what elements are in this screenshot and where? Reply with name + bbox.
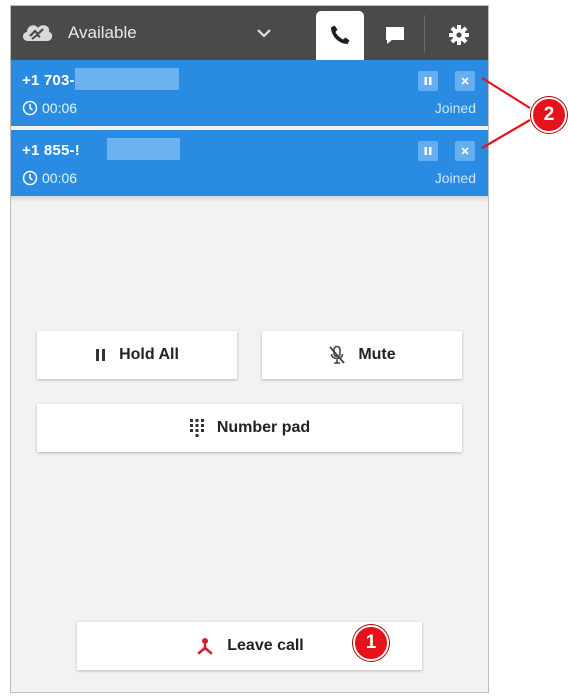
call-row: +1 855-! 00:06 Joined	[11, 130, 488, 196]
call-duration: 00:06	[22, 100, 77, 116]
hold-all-label: Hold All	[119, 346, 179, 363]
tab-divider	[424, 15, 425, 53]
call-duration-text: 00:06	[42, 170, 78, 186]
microphone-off-icon	[329, 345, 346, 364]
clock-icon	[22, 170, 38, 186]
gear-icon	[449, 25, 469, 45]
chevron-down-icon[interactable]	[256, 27, 272, 39]
leave-call-label: Leave call	[227, 637, 304, 654]
tab-phone[interactable]	[316, 11, 364, 60]
call-row: +1 703- 00:06 Joined	[11, 60, 488, 126]
contact-control-panel: Available +1 703- 00:06 Joined +1 855-! …	[10, 5, 489, 693]
call-duration-text: 00:06	[42, 100, 78, 116]
call-number: +1 703-	[22, 72, 75, 89]
redacted-number-block	[75, 68, 179, 90]
end-call-button[interactable]	[455, 141, 475, 161]
hold-call-button[interactable]	[418, 71, 438, 91]
mute-label: Mute	[358, 346, 396, 363]
annotation-badge: 1	[353, 625, 389, 661]
number-pad-button[interactable]: Number pad	[37, 404, 462, 452]
chat-icon	[386, 27, 404, 44]
end-call-button[interactable]	[455, 71, 475, 91]
tab-chat[interactable]	[371, 11, 419, 60]
annotation-badge: 2	[531, 97, 567, 133]
hold-all-button[interactable]: Hold All	[37, 331, 237, 379]
keypad-icon	[189, 419, 204, 437]
agent-status-label[interactable]: Available	[68, 23, 137, 43]
close-icon	[461, 147, 469, 155]
pause-icon	[424, 147, 432, 155]
pause-icon	[96, 349, 106, 361]
phone-icon	[331, 25, 350, 44]
calls-shadow	[11, 196, 488, 202]
close-icon	[461, 77, 469, 85]
call-status: Joined	[434, 170, 476, 186]
call-duration: 00:06	[22, 170, 77, 186]
number-pad-label: Number pad	[216, 419, 311, 436]
redacted-number-block	[107, 138, 180, 160]
cloud-icon	[22, 25, 53, 41]
leave-call-icon	[197, 638, 213, 655]
hold-call-button[interactable]	[418, 141, 438, 161]
call-status: Joined	[434, 100, 476, 116]
pause-icon	[424, 77, 432, 85]
call-number: +1 855-!	[22, 142, 80, 159]
tab-settings[interactable]	[435, 11, 483, 60]
header-bar: Available	[11, 6, 488, 60]
mute-button[interactable]: Mute	[262, 331, 462, 379]
clock-icon	[22, 100, 38, 116]
